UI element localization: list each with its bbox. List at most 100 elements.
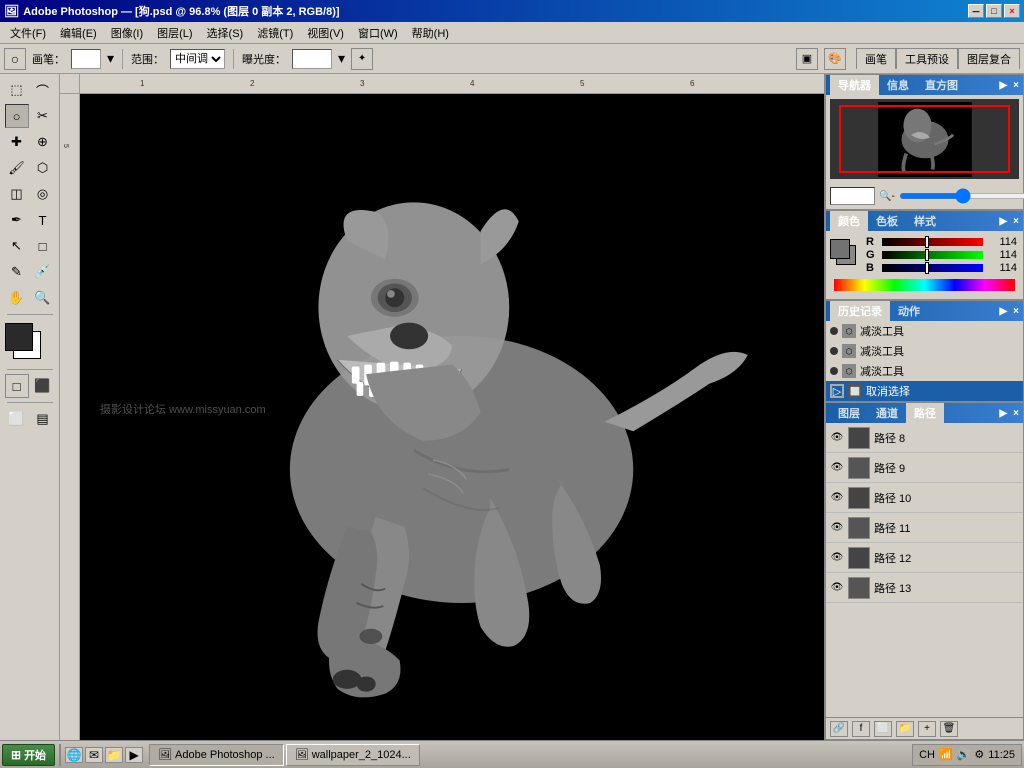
zoom-out-icon[interactable]: 🔍- [879,191,895,202]
maximize-button[interactable]: □ [986,4,1002,18]
tab-info[interactable]: 信息 [879,75,917,95]
menu-item-view[interactable]: 视图(V) [301,23,350,43]
eraser-tool[interactable]: ⬡ [31,156,55,180]
g-slider-thumb[interactable] [925,249,929,261]
palette-icon[interactable]: 🎨 [824,48,846,70]
menu-item-filter[interactable]: 滤镜(T) [251,23,299,43]
path-select-tool[interactable]: ↖ [5,234,29,258]
tab-tool-preset[interactable]: 工具预设 [896,48,958,69]
layer-link-icon[interactable]: 🔗 [830,721,848,737]
navigator-expand-icon[interactable]: ▶ [999,80,1007,91]
tab-actions[interactable]: 动作 [890,301,928,321]
crop-tool[interactable]: ✂ [31,104,55,128]
layer-group-icon[interactable]: 📁 [896,721,914,737]
full-screen-icon[interactable]: ⬜ [5,407,29,431]
history-item-2[interactable]: ⬡ 减淡工具 [826,361,1023,381]
layers-expand-icon[interactable]: ▶ [999,408,1007,419]
b-slider-thumb[interactable] [925,262,929,274]
range-select[interactable]: 高光中间调暗调 [170,49,225,69]
options-icon[interactable]: ▣ [796,48,818,70]
stamp-tool[interactable]: ⊕ [31,130,55,154]
layer-item-3[interactable]: 👁 路径 11 [826,513,1023,543]
close-button[interactable]: × [1004,4,1020,18]
layer-eye-1[interactable]: 👁 [830,461,844,475]
notes-tool[interactable]: ✎ [5,260,29,284]
menu-item-help[interactable]: 帮助(H) [406,23,455,43]
exposure-arrow[interactable]: ▾ [338,50,345,67]
layer-new-icon[interactable]: + [918,721,936,737]
brush-tool[interactable]: 🖌 [5,156,29,180]
eyedropper-tool[interactable]: 💉 [31,260,55,284]
menu-item-layer[interactable]: 图层(L) [151,23,198,43]
tab-history[interactable]: 历史记录 [830,301,890,321]
canvas-image[interactable]: 摄影设计论坛 www.missyuan.com [80,94,824,740]
exposure-input[interactable]: 8% [292,49,332,69]
tray-icon-2[interactable]: 🔊 [957,748,971,761]
history-item-0[interactable]: ⬡ 减淡工具 [826,321,1023,341]
color-spectrum[interactable] [834,279,1015,291]
brush-size-arrow[interactable]: ▾ [107,50,114,67]
history-expand-icon[interactable]: ▶ [999,306,1007,317]
layer-item-1[interactable]: 👁 路径 9 [826,453,1023,483]
marquee-tool[interactable]: ⬚ [5,78,29,102]
menu-item-select[interactable]: 选择(S) [201,23,250,43]
tray-icon-1[interactable]: 📶 [939,748,953,761]
start-button[interactable]: ⊞ 开始 [2,744,55,766]
fg-color-box[interactable] [830,239,850,259]
layer-item-0[interactable]: 👁 路径 8 [826,423,1023,453]
layer-eye-4[interactable]: 👁 [830,551,844,565]
menu-item-edit[interactable]: 编辑(E) [54,23,103,43]
color-expand-icon[interactable]: ▶ [999,216,1007,227]
shape-tool[interactable]: □ [31,234,55,258]
blur-tool[interactable]: ◎ [31,182,55,206]
media-icon[interactable]: ▶ [125,747,143,763]
layers-close-icon[interactable]: × [1013,408,1019,419]
layer-eye-2[interactable]: 👁 [830,491,844,505]
history-item-1[interactable]: ⬡ 减淡工具 [826,341,1023,361]
tab-histogram[interactable]: 直方图 [917,75,966,95]
tab-paths[interactable]: 路径 [906,403,944,423]
minimize-button[interactable]: － [968,4,984,18]
foreground-color-swatch[interactable] [5,323,33,351]
tab-navigator[interactable]: 导航器 [830,75,879,95]
history-item-3[interactable]: ▷ ⬜ 取消选择 [826,381,1023,401]
menu-item-window[interactable]: 窗口(W) [352,23,404,43]
zoom-tool[interactable]: 🔍 [31,286,55,310]
layer-delete-icon[interactable]: 🗑 [940,721,958,737]
layer-fx-icon[interactable]: f [852,721,870,737]
airbrush-icon[interactable]: ✦ [351,48,373,70]
gradient-tool[interactable]: ◫ [5,182,29,206]
ie-icon[interactable]: 🌐 [65,747,83,763]
pen-tool[interactable]: ✒ [5,208,29,232]
navigator-zoom-slider[interactable] [899,193,1024,199]
tab-swatches[interactable]: 色板 [868,211,906,231]
tab-channels[interactable]: 通道 [868,403,906,423]
r-slider-thumb[interactable] [925,236,929,248]
history-close-icon[interactable]: × [1013,306,1019,317]
layer-eye-0[interactable]: 👁 [830,431,844,445]
menu-item-file[interactable]: 文件(F) [4,23,52,43]
tab-brush[interactable]: 画笔 [856,48,896,69]
tab-layer-comp[interactable]: 图层复合 [958,48,1020,69]
layer-eye-5[interactable]: 👁 [830,581,844,595]
tray-icon-3[interactable]: ⚙ [974,748,984,761]
color-close-icon[interactable]: × [1013,216,1019,227]
tab-styles[interactable]: 样式 [906,211,944,231]
folder-icon[interactable]: 📁 [105,747,123,763]
brush-size-input[interactable]: 3 [71,49,101,69]
hand-tool[interactable]: ✋ [5,286,29,310]
tab-layers[interactable]: 图层 [830,403,868,423]
layer-item-4[interactable]: 👁 路径 12 [826,543,1023,573]
layer-eye-3[interactable]: 👁 [830,521,844,535]
lasso-tool[interactable]: ⌒ [31,78,55,102]
dodge-tool[interactable]: ○ [5,104,29,128]
spot-heal-tool[interactable]: ✚ [5,130,29,154]
navigator-zoom-input[interactable]: 96.8% [830,187,875,205]
taskbar-item-photoshop[interactable]: 🖼 Adobe Photoshop ... [149,744,284,766]
tab-color[interactable]: 颜色 [830,211,868,231]
text-tool[interactable]: T [31,208,55,232]
layer-item-5[interactable]: 👁 路径 13 [826,573,1023,603]
navigator-close-icon[interactable]: × [1013,80,1019,91]
email-icon[interactable]: ✉ [85,747,103,763]
normal-mode[interactable]: □ [5,374,29,398]
